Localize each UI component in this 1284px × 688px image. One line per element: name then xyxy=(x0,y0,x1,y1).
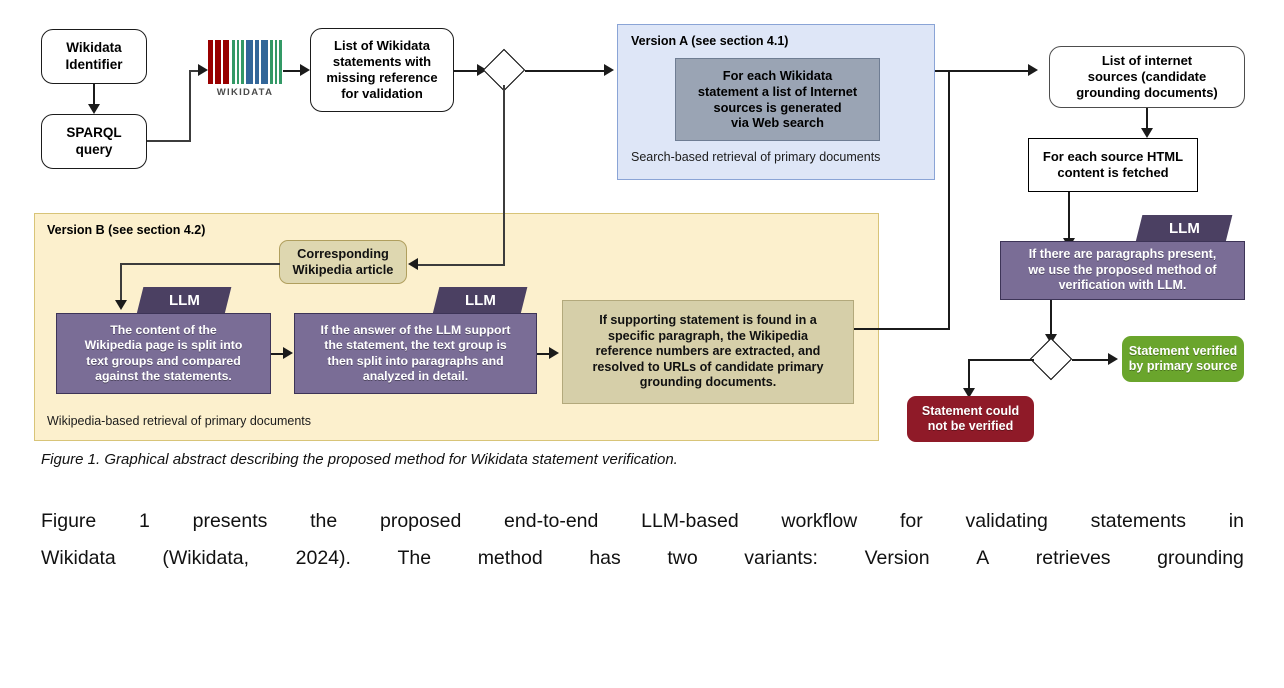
body-word: 2024). xyxy=(295,547,351,569)
body-word: for xyxy=(900,510,923,532)
connector-diamond-to-verified xyxy=(1072,359,1112,361)
llm-tab-split: LLM xyxy=(136,287,232,314)
version-b-title: Version B (see section 4.2) xyxy=(47,223,206,237)
wikidata-logo-bar xyxy=(279,40,282,84)
arrow-diamond-to-version-a xyxy=(604,64,614,76)
version-a-footer: Search-based retrieval of primary docume… xyxy=(631,150,881,164)
corresponding-wikipedia-article-label: Corresponding Wikipedia article xyxy=(292,246,394,277)
arrow-paragraph-to-resolve xyxy=(549,347,559,359)
llm-tab-verification: LLM xyxy=(1135,215,1233,242)
version-b-footer: Wikipedia-based retrieval of primary doc… xyxy=(47,414,311,428)
body-word: validating xyxy=(965,510,1048,532)
connector-sources-to-fetch xyxy=(1146,108,1148,130)
llm-tab-paragraph: LLM xyxy=(432,287,528,314)
connector-article-left xyxy=(120,263,280,265)
body-paragraph-line-2: Wikidata (Wikidata, 2024). The method has two v… xyxy=(41,540,1244,577)
connector-resolve-up xyxy=(948,70,950,329)
body-word: method xyxy=(477,547,543,569)
connector-diamond-down xyxy=(503,85,505,266)
statement-not-verified-box[interactable]: Statement could not be verified xyxy=(907,396,1034,442)
body-word: variants: xyxy=(744,547,818,569)
arrow-to-wikipedia-article xyxy=(408,258,418,270)
body-word: workflow xyxy=(781,510,858,532)
body-word: has xyxy=(589,547,621,569)
body-word: (Wikidata, xyxy=(162,547,250,569)
connector-diamond-to-version-a xyxy=(525,70,608,72)
list-of-statements-box[interactable]: List of Wikidata statements with missing… xyxy=(310,28,454,112)
arrow-article-to-llm-split xyxy=(115,300,127,310)
body-word: LLM-based xyxy=(641,510,739,532)
llm-split-label: The content of the Wikipedia page is spl… xyxy=(84,323,243,383)
fetch-html-label: For each source HTML content is fetched xyxy=(1042,149,1184,180)
figure-page: Version A (see section 4.1) Search-based… xyxy=(0,0,1284,688)
body-word: statements xyxy=(1090,510,1187,532)
body-word: in xyxy=(1228,510,1244,532)
body-word: presents xyxy=(192,510,268,532)
body-word: the xyxy=(310,510,338,532)
arrow-identifier-to-sparql xyxy=(88,104,100,114)
statement-verified-box[interactable]: Statement verified by primary source xyxy=(1122,336,1244,382)
body-word: Figure xyxy=(41,510,97,532)
arrow-split-to-paragraph xyxy=(283,347,293,359)
body-word: proposed xyxy=(379,510,462,532)
wikidata-logo: WIKIDATA xyxy=(208,40,282,98)
arrow-to-wikidata-logo xyxy=(198,64,208,76)
list-internet-sources-label: List of internet sources (candidate grou… xyxy=(1076,53,1218,100)
resolve-urls-box[interactable]: If supporting statement is found in a sp… xyxy=(562,300,854,404)
body-word: 1 xyxy=(139,510,150,532)
body-word: The xyxy=(397,547,432,569)
version-a-title: Version A (see section 4.1) xyxy=(631,34,789,48)
body-word: end-to-end xyxy=(504,510,599,532)
llm-split-box[interactable]: The content of the Wikipedia page is spl… xyxy=(56,313,271,394)
wikidata-identifier-box[interactable]: Wikidata Identifier xyxy=(41,29,147,84)
body-word: grounding xyxy=(1157,547,1244,569)
body-word: Version xyxy=(864,547,930,569)
wikidata-logo-text: WIKIDATA xyxy=(216,87,274,98)
llm-paragraph-box[interactable]: If the answer of the LLM support the sta… xyxy=(294,313,537,394)
connector-article-down xyxy=(120,263,122,303)
version-a-process-label: For each Wikidata statement a list of In… xyxy=(697,67,858,131)
statement-verified-label: Statement verified by primary source xyxy=(1128,343,1238,373)
body-word: retrieves xyxy=(1035,547,1111,569)
resolve-urls-label: If supporting statement is found in a sp… xyxy=(592,312,824,390)
llm-tab-label-verification: LLM xyxy=(1168,220,1200,237)
body-paragraph: Figure 1 presents the proposed end-to-end LLM-… xyxy=(41,503,1244,577)
arrow-to-internet-sources xyxy=(1028,64,1038,76)
connector-diamond-to-not-verified-h xyxy=(968,359,1034,361)
connector-sparql-up xyxy=(189,70,191,141)
llm-verification-label: If there are paragraphs present, we use … xyxy=(1028,247,1217,293)
connector-diamond-to-not-verified-v xyxy=(968,359,970,391)
llm-tab-label-paragraph: LLM xyxy=(464,292,496,309)
connector-diamond-to-wikipedia-article xyxy=(417,264,505,266)
wikidata-identifier-label: Wikidata Identifier xyxy=(65,40,123,72)
verification-decision-diamond[interactable] xyxy=(1029,337,1073,381)
sparql-query-box[interactable]: SPARQL query xyxy=(41,114,147,169)
statement-not-verified-label: Statement could not be verified xyxy=(921,403,1020,433)
llm-verification-box[interactable]: If there are paragraphs present, we use … xyxy=(1000,241,1245,300)
body-paragraph-line-1: Figure 1 presents the proposed end-to-end LLM-… xyxy=(41,503,1244,540)
connector-identifier-to-sparql xyxy=(93,84,95,106)
sparql-query-label: SPARQL query xyxy=(66,125,122,157)
fetch-html-box[interactable]: For each source HTML content is fetched xyxy=(1028,138,1198,192)
arrow-diamond-to-verified xyxy=(1108,353,1118,365)
wikidata-logo-bars xyxy=(208,40,282,84)
arrow-logo-to-list xyxy=(300,64,310,76)
list-internet-sources-box[interactable]: List of internet sources (candidate grou… xyxy=(1049,46,1245,108)
split-decision-diamond[interactable] xyxy=(482,48,526,92)
connector-sparql-right xyxy=(147,140,191,142)
llm-tab-label-split: LLM xyxy=(168,292,200,309)
body-word: two xyxy=(667,547,698,569)
list-of-statements-label: List of Wikidata statements with missing… xyxy=(326,38,438,101)
corresponding-wikipedia-article-box[interactable]: Corresponding Wikipedia article xyxy=(279,240,407,284)
llm-paragraph-label: If the answer of the LLM support the sta… xyxy=(320,323,511,383)
connector-llm-to-final-diamond xyxy=(1050,300,1052,338)
figure-caption: Figure 1. Graphical abstract describing … xyxy=(41,451,678,468)
connector-fetch-to-llm xyxy=(1068,192,1070,242)
body-word: A xyxy=(976,547,990,569)
connector-resolve-right xyxy=(854,328,950,330)
body-word: Wikidata xyxy=(41,547,116,569)
arrow-sources-to-fetch xyxy=(1141,128,1153,138)
version-a-process-box[interactable]: For each Wikidata statement a list of In… xyxy=(675,58,880,141)
